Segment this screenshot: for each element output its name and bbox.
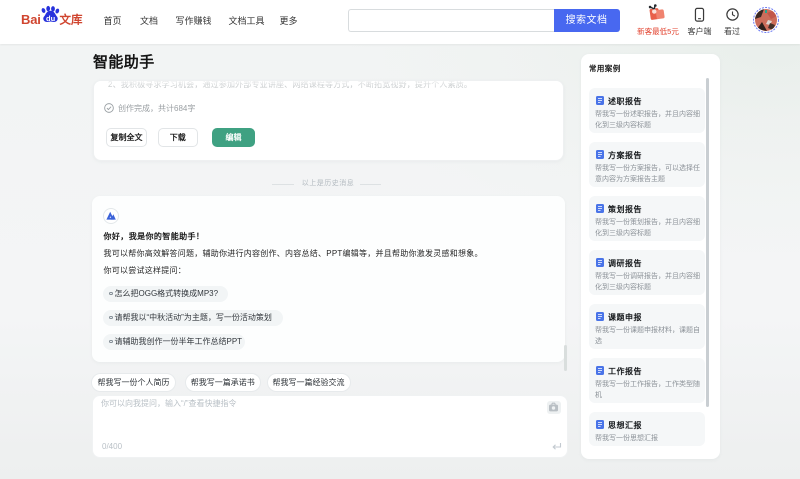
svg-text:du: du <box>46 14 56 23</box>
svg-text:Bai: Bai <box>21 12 41 27</box>
svg-text:文库: 文库 <box>60 13 83 27</box>
